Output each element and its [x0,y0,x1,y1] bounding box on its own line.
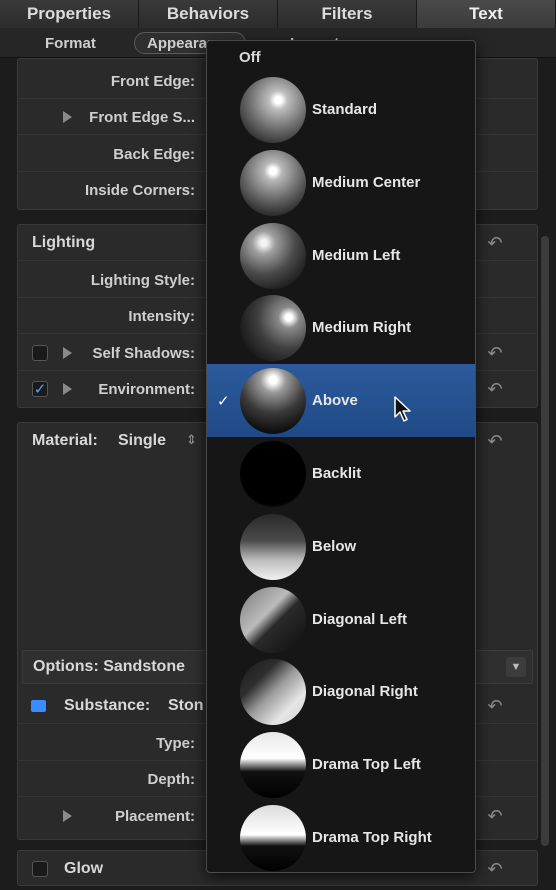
menu-item[interactable]: Drama Top Right [207,801,475,872]
menu-item-label: Above [312,392,358,410]
lighting-style-menu: Off Standard Medium Center Medium Left Medi… [206,40,476,873]
environment-checkbox[interactable]: ✓ [32,381,48,398]
material-value[interactable]: Single [118,423,166,459]
tab-filters[interactable]: Filters [278,0,417,28]
reset-icon[interactable]: ↶ [485,233,505,253]
menu-item-off[interactable]: Off [239,49,261,66]
reset-icon[interactable]: ↶ [485,806,505,826]
intensity-label: Intensity: [128,307,195,325]
sphere-preview-icon [240,659,306,726]
stepper-icon[interactable]: ⇕ [186,432,197,448]
menu-item-label: Drama Top Right [312,829,432,846]
menu-item-label: Standard [312,101,378,118]
menu-item[interactable]: Standard [207,73,475,146]
menu-item-label: Diagonal Left [312,610,408,628]
type-label: Type: [156,734,195,752]
menu-item[interactable]: Backlit [207,437,475,510]
chevron-down-icon[interactable]: ▼ [506,657,526,677]
inspector-tabs: Properties Behaviors Filters Text [0,0,556,28]
environment-label: Environment: [98,380,195,398]
front-edge-size-label: Front Edge S... [89,108,195,126]
sphere-preview-icon [240,295,306,362]
self-shadows-checkbox[interactable] [32,345,48,361]
menu-item[interactable]: Medium Right [207,291,475,364]
reset-icon[interactable]: ↶ [485,343,505,363]
options-label: Options: Sandstone [33,658,185,675]
menu-item[interactable]: Medium Left [207,219,475,292]
inside-corners-label: Inside Corners: [84,181,195,199]
depth-label: Depth: [147,770,196,788]
menu-item-label: Drama Top Left [312,756,421,774]
tab-properties[interactable]: Properties [0,0,139,28]
glow-label: Glow [64,860,104,877]
sphere-preview-icon [240,368,306,435]
menu-item[interactable]: Diagonal Left [207,583,475,656]
menu-item[interactable]: Diagonal Right [207,655,475,728]
disclosure-triangle-icon[interactable] [63,111,72,123]
menu-item-label: Below [312,537,357,555]
tab-text[interactable]: Text [417,0,556,28]
menu-item-label: Backlit [312,465,362,482]
reset-icon[interactable]: ↶ [485,859,505,879]
disclosure-triangle-icon[interactable] [63,347,72,359]
sphere-preview-icon [240,586,306,653]
subtab-format[interactable]: Format [45,32,96,54]
lighting-style-label: Lighting Style: [90,271,195,289]
menu-item[interactable]: Drama Top Left [207,728,475,801]
tab-behaviors[interactable]: Behaviors [139,0,278,28]
mouse-pointer-icon [394,396,411,422]
sphere-preview-icon [240,149,306,216]
substance-swatch[interactable] [31,700,46,712]
self-shadows-label: Self Shadows: [92,344,195,362]
placement-label: Placement: [114,807,195,825]
sphere-preview-icon [240,732,306,799]
front-edge-label: Front Edge: [110,72,195,90]
menu-item[interactable]: Medium Center [207,146,475,219]
menu-item-label: Medium Left [312,246,401,264]
sphere-preview-icon [240,805,306,871]
lighting-title: Lighting [32,234,96,251]
substance-label: Substance: [64,697,151,714]
disclosure-triangle-icon[interactable] [63,383,72,395]
sphere-preview-icon [240,222,306,289]
menu-item-label: Medium Right [312,319,412,337]
menu-item-label: Diagonal Right [312,683,418,701]
checkmark-icon: ✓ [217,392,230,410]
reset-icon[interactable]: ↶ [485,379,505,399]
reset-icon[interactable]: ↶ [485,696,505,716]
sphere-preview-icon [240,441,306,507]
menu-item[interactable]: ✓ Above [207,364,475,438]
material-label: Material: [32,432,98,449]
disclosure-triangle-icon[interactable] [63,810,72,822]
sphere-preview-icon [240,77,306,143]
menu-item[interactable]: Below [207,510,475,583]
scrollbar[interactable] [541,236,549,846]
sphere-preview-icon [240,513,306,580]
substance-value[interactable]: Ston [168,688,204,724]
glow-checkbox[interactable] [32,861,48,877]
reset-icon[interactable]: ↶ [485,431,505,451]
menu-item-label: Medium Center [312,173,421,191]
back-edge-label: Back Edge: [113,145,195,163]
